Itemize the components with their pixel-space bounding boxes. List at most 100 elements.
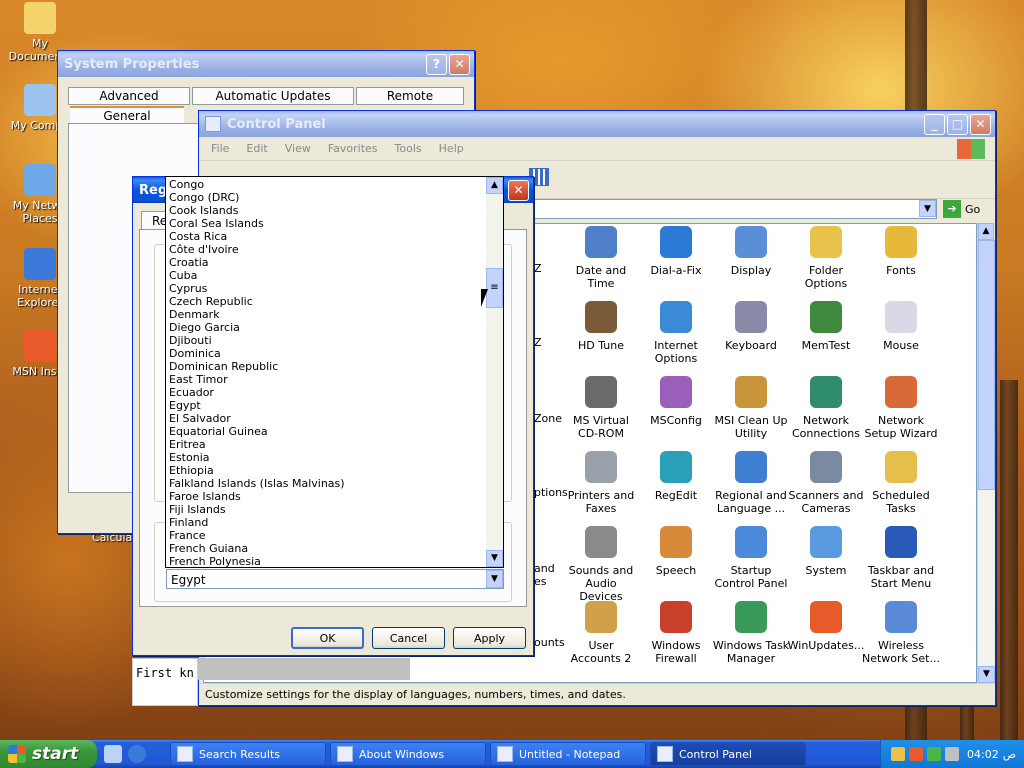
list-scrollbar[interactable]: ▲ ≡ ▼ — [486, 177, 503, 567]
control-panel-item[interactable]: MS Virtual CD-ROM — [562, 376, 640, 440]
control-panel-item[interactable]: Display — [712, 226, 790, 277]
menu-file[interactable]: File — [211, 142, 229, 155]
control-panel-item[interactable]: Sounds and Audio Devices — [562, 526, 640, 603]
control-panel-item[interactable]: Scanners and Cameras — [787, 451, 865, 515]
tray-tools-icon[interactable] — [891, 747, 905, 761]
country-option[interactable]: Egypt — [166, 399, 503, 412]
menu-edit[interactable]: Edit — [246, 142, 267, 155]
control-panel-item-label[interactable]: Zone — [534, 412, 562, 425]
show-desktop-icon[interactable] — [104, 745, 122, 763]
control-panel-item-label[interactable]: Z — [534, 336, 542, 349]
country-option[interactable]: Coral Sea Islands — [166, 217, 503, 230]
control-panel-item[interactable]: HD Tune — [562, 301, 640, 352]
control-panel-item[interactable]: Startup Control Panel — [712, 526, 790, 590]
go-arrow-icon[interactable]: ➔ — [943, 200, 961, 218]
control-panel-item[interactable]: Network Setup Wizard — [862, 376, 940, 440]
country-dropdown-list[interactable]: Congo Congo (DRC) Cook Islands Coral Sea Is… — [165, 176, 504, 568]
country-option[interactable]: Côte d'Ivoire — [166, 243, 503, 256]
country-option[interactable]: Fiji Islands — [166, 503, 503, 516]
control-panel-item[interactable]: Windows Task Manager — [712, 601, 790, 665]
control-panel-item[interactable]: User Accounts 2 — [562, 601, 640, 665]
clock[interactable]: 04:02 — [967, 748, 999, 761]
country-option[interactable]: El Salvador — [166, 412, 503, 425]
tray-shield-icon[interactable] — [927, 747, 941, 761]
control-panel-item[interactable]: Fonts — [862, 226, 940, 277]
location-combobox[interactable]: Egypt ▼ — [166, 569, 504, 589]
country-option[interactable]: Croatia — [166, 256, 503, 269]
scroll-up-arrow-icon[interactable]: ▲ — [486, 177, 503, 194]
tab-remote[interactable]: Remote — [356, 87, 464, 105]
menu-tools[interactable]: Tools — [395, 142, 422, 155]
country-option[interactable]: Congo (DRC) — [166, 191, 503, 204]
country-option[interactable]: Dominica — [166, 347, 503, 360]
country-option[interactable]: Falkland Islands (Islas Malvinas) — [166, 477, 503, 490]
control-panel-item[interactable]: Mouse — [862, 301, 940, 352]
control-panel-item[interactable]: Date and Time — [562, 226, 640, 290]
control-panel-item[interactable]: System — [787, 526, 865, 577]
country-option[interactable]: Ecuador — [166, 386, 503, 399]
country-option[interactable]: Denmark — [166, 308, 503, 321]
country-option[interactable]: Dominican Republic — [166, 360, 503, 373]
control-panel-item[interactable]: Folder Options — [787, 226, 865, 290]
tab-automatic-updates[interactable]: Automatic Updates — [192, 87, 354, 105]
close-button[interactable]: ✕ — [970, 113, 991, 135]
control-panel-item[interactable]: MemTest — [787, 301, 865, 352]
control-panel-item[interactable]: Wireless Network Set... — [862, 601, 940, 665]
address-dropdown-arrow-icon[interactable]: ▼ — [919, 200, 936, 217]
maximize-button[interactable]: □ — [947, 113, 968, 135]
close-button[interactable]: ✕ — [449, 53, 470, 75]
country-option[interactable]: French Polynesia — [166, 555, 503, 567]
scroll-up-arrow-icon[interactable]: ▲ — [978, 223, 994, 240]
control-panel-item[interactable]: Regional and Language ... — [712, 451, 790, 515]
control-panel-item[interactable]: Dial-a-Fix — [637, 226, 715, 277]
start-button[interactable]: start — [0, 740, 97, 768]
control-panel-item[interactable]: Printers and Faxes — [562, 451, 640, 515]
vertical-scrollbar[interactable]: ▲ ▼ — [977, 223, 995, 683]
control-panel-item[interactable]: Internet Options — [637, 301, 715, 365]
country-option[interactable]: Costa Rica — [166, 230, 503, 243]
control-panel-item-label[interactable]: and es — [534, 562, 555, 588]
control-panel-item[interactable]: Speech — [637, 526, 715, 577]
control-panel-item[interactable]: Network Connections — [787, 376, 865, 440]
scroll-down-arrow-icon[interactable]: ▼ — [978, 666, 995, 683]
control-panel-item[interactable]: Scheduled Tasks — [862, 451, 940, 515]
country-option[interactable]: France — [166, 529, 503, 542]
country-option[interactable]: Faroe Islands — [166, 490, 503, 503]
scroll-thumb[interactable] — [978, 240, 995, 490]
scroll-down-arrow-icon[interactable]: ▼ — [486, 550, 503, 567]
scroll-thumb[interactable]: ≡ — [486, 268, 503, 308]
control-panel-item-label[interactable]: ptions — [534, 486, 568, 499]
ok-button[interactable]: OK — [291, 627, 364, 649]
country-option[interactable]: Cook Islands — [166, 204, 503, 217]
menu-help[interactable]: Help — [439, 142, 464, 155]
control-panel-item-label[interactable]: ounts — [534, 636, 565, 649]
combobox-arrow-icon[interactable]: ▼ — [486, 570, 503, 588]
control-panel-item[interactable]: MSConfig — [637, 376, 715, 427]
control-panel-item[interactable]: Windows Firewall — [637, 601, 715, 665]
country-option[interactable]: Czech Republic — [166, 295, 503, 308]
country-option[interactable]: Congo — [166, 178, 503, 191]
country-option[interactable]: Cuba — [166, 269, 503, 282]
go-button-label[interactable]: Go — [965, 203, 980, 216]
country-option[interactable]: Djibouti — [166, 334, 503, 347]
menu-favorites[interactable]: Favorites — [328, 142, 378, 155]
tray-volume-icon[interactable] — [945, 747, 959, 761]
address-input[interactable] — [529, 199, 937, 219]
country-option[interactable]: Equatorial Guinea — [166, 425, 503, 438]
control-panel-item[interactable]: WinUpdates... — [787, 601, 865, 652]
task-control-panel[interactable]: Control Panel — [650, 742, 806, 766]
country-option[interactable]: Eritrea — [166, 438, 503, 451]
tab-advanced[interactable]: Advanced — [68, 87, 190, 105]
control-panel-item[interactable]: MSI Clean Up Utility — [712, 376, 790, 440]
task-search-results[interactable]: Search Results — [170, 742, 326, 766]
apply-button[interactable]: Apply — [453, 627, 526, 649]
country-option[interactable]: East Timor — [166, 373, 503, 386]
internet-explorer-icon[interactable] — [128, 745, 146, 763]
country-option[interactable]: Cyprus — [166, 282, 503, 295]
control-panel-item[interactable]: RegEdit — [637, 451, 715, 502]
control-panel-item[interactable]: Keyboard — [712, 301, 790, 352]
minimize-button[interactable]: _ — [924, 113, 945, 135]
control-panel-item-label[interactable]: Z — [534, 262, 542, 275]
country-option[interactable]: Ethiopia — [166, 464, 503, 477]
tray-network-icon[interactable] — [909, 747, 923, 761]
